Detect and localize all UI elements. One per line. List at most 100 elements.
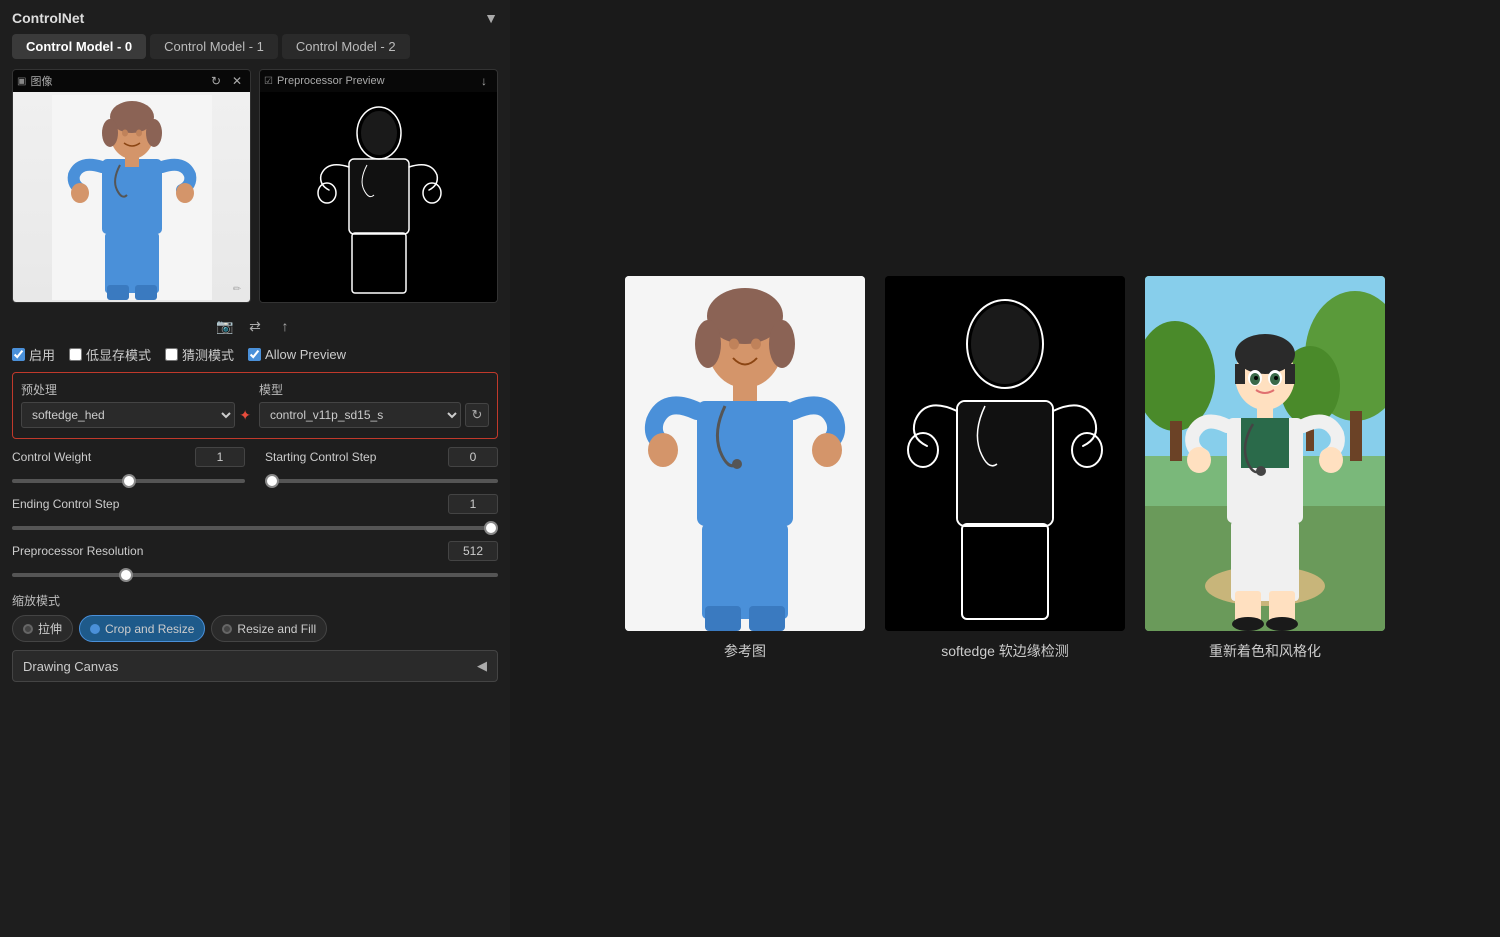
control-weight-slider[interactable]	[12, 479, 245, 483]
preprocessor-res-slider[interactable]	[12, 573, 498, 577]
enable-checkbox-item: 启用	[12, 345, 55, 364]
starting-step-slider[interactable]	[265, 479, 498, 483]
starting-step-slider-container: Starting Control Step 0	[265, 447, 498, 486]
edge-detection-image	[885, 276, 1125, 631]
weight-start-sliders: Control Weight 1 Starting Control Step 0	[12, 447, 498, 486]
nurse-output-image	[625, 276, 865, 631]
right-panel: 参考图	[510, 0, 1500, 937]
checkbox-row: 启用 低显存模式 猜测模式 Allow Preview	[12, 341, 498, 368]
output-caption-3: 重新着色和风格化	[1209, 641, 1321, 661]
camera-button[interactable]: 📷	[216, 317, 234, 335]
scale-fill-dot	[222, 624, 232, 634]
model-dropdown[interactable]: control_v11p_sd15_s	[259, 402, 461, 428]
output-image-2: softedge 软边缘检测	[885, 276, 1125, 661]
nurse-input-image	[13, 92, 250, 302]
upload-button[interactable]: ↑	[276, 317, 294, 335]
image-label: 图像	[30, 73, 52, 89]
guess-mode-checkbox-item: 猜测模式	[165, 345, 234, 364]
preprocessor-col: 预处理 softedge_hed ✦	[21, 381, 251, 428]
allow-preview-label: Allow Preview	[265, 347, 346, 362]
starting-step-label: Starting Control Step	[265, 450, 376, 464]
preprocessor-col-label: 预处理	[21, 381, 251, 398]
output-caption-1: 参考图	[724, 641, 766, 661]
preprocessor-preview-header: ☑ Preprocessor Preview ↓	[260, 70, 497, 92]
ending-step-slider[interactable]	[12, 526, 498, 530]
model-col: 模型 control_v11p_sd15_s ↻	[259, 381, 489, 428]
output-image-3: 重新着色和风格化	[1145, 276, 1385, 661]
preprocessor-model-section: 预处理 softedge_hed ✦ 模型 control_v11p_sd15_…	[12, 372, 498, 439]
allow-preview-checkbox[interactable]	[248, 348, 261, 361]
scale-mode-radio-group: 拉伸 Crop and Resize Resize and Fill	[12, 615, 498, 642]
refresh-model-button[interactable]: ↻	[465, 403, 489, 427]
drawing-canvas-label: Drawing Canvas	[23, 659, 118, 674]
scale-mode-label: 缩放模式	[12, 592, 498, 609]
scale-stretch-dot	[23, 624, 33, 634]
preprocessor-dropdown-row: softedge_hed ✦	[21, 402, 251, 428]
starting-step-value: 0	[448, 447, 498, 467]
low-vram-checkbox[interactable]	[69, 348, 82, 361]
control-weight-value: 1	[195, 447, 245, 467]
scale-crop-label: Crop and Resize	[105, 622, 194, 636]
guess-mode-label: 猜测模式	[182, 345, 234, 364]
low-vram-label: 低显存模式	[86, 345, 151, 364]
scale-fill-label: Resize and Fill	[237, 622, 316, 636]
preprocessor-model-row: 预处理 softedge_hed ✦ 模型 control_v11p_sd15_…	[21, 381, 489, 428]
preprocessor-preview-label: Preprocessor Preview	[277, 75, 385, 87]
low-vram-checkbox-item: 低显存模式	[69, 345, 151, 364]
preprocessor-preview-image	[260, 92, 497, 302]
panel-title: ControlNet	[12, 10, 84, 26]
download-preview-button[interactable]: ↓	[475, 72, 493, 90]
allow-preview-checkbox-item: Allow Preview	[248, 347, 346, 362]
tab-control-model-2[interactable]: Control Model - 2	[282, 34, 410, 59]
preprocessor-res-header: Preprocessor Resolution 512	[12, 541, 498, 561]
scale-stretch-option[interactable]: 拉伸	[12, 615, 73, 642]
output-images: 参考图	[625, 276, 1385, 661]
star-button[interactable]: ✦	[239, 407, 251, 424]
enable-checkbox[interactable]	[12, 348, 25, 361]
enable-label: 启用	[29, 345, 55, 364]
control-weight-label: Control Weight	[12, 450, 91, 464]
scale-resize-fill-option[interactable]: Resize and Fill	[211, 615, 327, 642]
input-image-box: ▣ 图像 ↻ ✕	[12, 69, 251, 303]
ending-step-value: 1	[448, 494, 498, 514]
preview-checkbox-icon: ☑	[264, 76, 273, 87]
panel-collapse-button[interactable]: ▼	[484, 10, 498, 26]
refresh-image-button[interactable]: ↻	[207, 72, 225, 90]
drawing-canvas-row[interactable]: Drawing Canvas ◀	[12, 650, 498, 682]
starting-step-header: Starting Control Step 0	[265, 447, 498, 467]
ending-step-slider-container: Ending Control Step 1	[12, 494, 498, 533]
image-icon: ▣	[17, 76, 26, 87]
tab-control-model-1[interactable]: Control Model - 1	[150, 34, 278, 59]
preprocessor-dropdown[interactable]: softedge_hed	[21, 402, 235, 428]
tab-control-model-0[interactable]: Control Model - 0	[12, 34, 146, 59]
close-image-button[interactable]: ✕	[228, 72, 246, 90]
model-dropdown-row: control_v11p_sd15_s ↻	[259, 402, 489, 428]
reference-image	[625, 276, 865, 631]
preprocessor-res-label: Preprocessor Resolution	[12, 544, 143, 558]
panel-header: ControlNet ▼	[12, 10, 498, 26]
output-image-1: 参考图	[625, 276, 865, 661]
tab-bar: Control Model - 0 Control Model - 1 Cont…	[12, 34, 498, 59]
input-image-header: ▣ 图像 ↻ ✕	[13, 70, 250, 92]
preprocessor-preview-box: ☑ Preprocessor Preview ↓	[259, 69, 498, 303]
edge-output-image	[885, 276, 1125, 631]
guess-mode-checkbox[interactable]	[165, 348, 178, 361]
control-weight-header: Control Weight 1	[12, 447, 245, 467]
drawing-canvas-arrow: ◀	[477, 658, 487, 674]
left-panel: ControlNet ▼ Control Model - 0 Control M…	[0, 0, 510, 937]
preprocessor-res-slider-container: Preprocessor Resolution 512	[12, 541, 498, 580]
scale-mode-section: 缩放模式 拉伸 Crop and Resize Resize and Fill	[12, 592, 498, 642]
ending-step-header: Ending Control Step 1	[12, 494, 498, 514]
ending-step-label: Ending Control Step	[12, 497, 119, 511]
model-col-label: 模型	[259, 381, 489, 398]
anime-output-image	[1145, 276, 1385, 631]
preprocessor-res-value: 512	[448, 541, 498, 561]
swap-button[interactable]: ⇄	[246, 317, 264, 335]
scale-crop-resize-option[interactable]: Crop and Resize	[79, 615, 205, 642]
output-caption-2: softedge 软边缘检测	[941, 641, 1069, 661]
image-extra-button[interactable]: ✏	[228, 280, 246, 298]
image-controls: ↻ ✕	[207, 72, 246, 90]
scale-crop-dot	[90, 624, 100, 634]
action-row: 📷 ⇄ ↑	[12, 311, 498, 341]
scale-stretch-label: 拉伸	[38, 620, 62, 637]
